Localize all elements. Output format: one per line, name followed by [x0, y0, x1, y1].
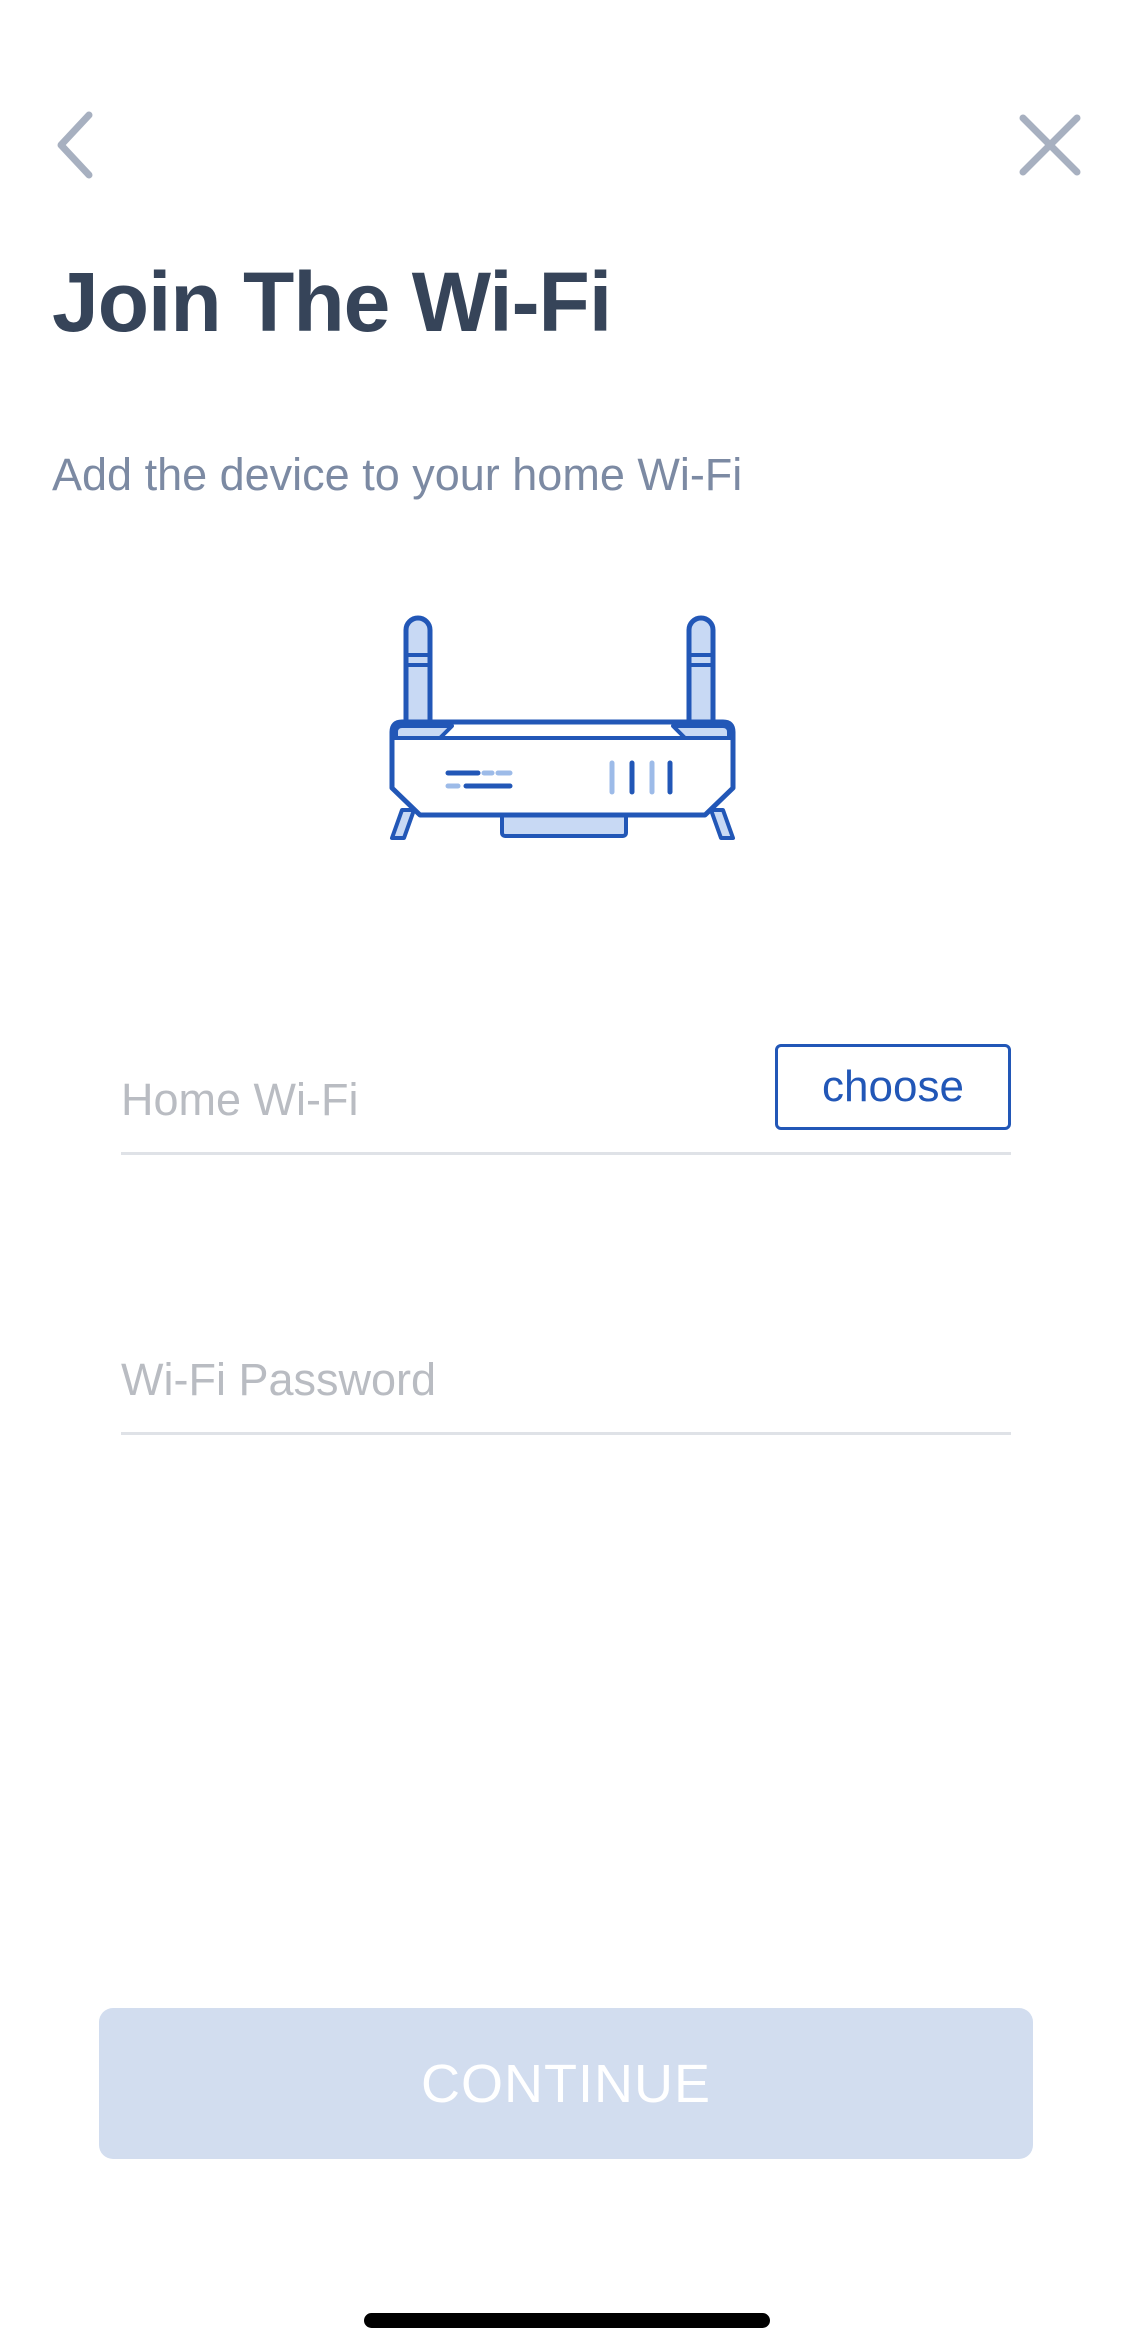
back-button[interactable] — [40, 100, 110, 190]
choose-button[interactable]: choose — [775, 1044, 1011, 1130]
close-button[interactable] — [1010, 105, 1090, 185]
home-wifi-input[interactable] — [121, 1070, 761, 1130]
continue-button[interactable]: CONTINUE — [99, 2008, 1033, 2159]
page-title: Join The Wi-Fi — [52, 255, 612, 349]
close-icon — [1019, 114, 1081, 176]
page-subtitle: Add the device to your home Wi-Fi — [52, 449, 743, 500]
home-indicator — [364, 2313, 770, 2328]
wifi-password-input[interactable] — [121, 1350, 1001, 1410]
chevron-left-icon — [57, 111, 93, 179]
wifi-password-field — [121, 1320, 1011, 1435]
router-icon — [389, 615, 736, 840]
home-wifi-field: choose — [121, 1040, 1011, 1155]
